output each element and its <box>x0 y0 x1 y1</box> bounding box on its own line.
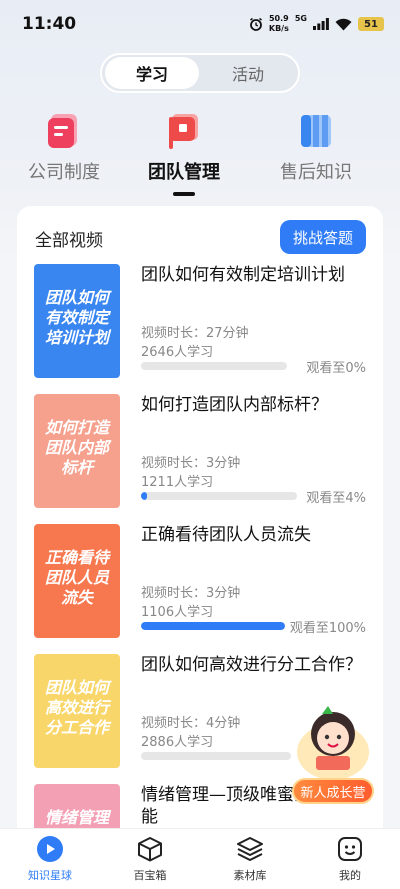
progress-bar <box>141 492 297 500</box>
category-label: 售后知识 <box>280 162 352 183</box>
video-item[interactable]: 如何打造团队内部标杆 如何打造团队内部标杆？ 视频时长：3分钟 1211人学习 … <box>17 394 383 512</box>
layers-icon <box>236 835 264 863</box>
flag-icon <box>166 112 202 150</box>
nav-toolbox[interactable]: 百宝箱 <box>110 835 190 883</box>
thumbnail-text: 团队如何有效制定培训计划 <box>44 288 109 347</box>
progress-label: 观看至4% <box>306 491 366 506</box>
battery-level: 51 <box>364 18 378 30</box>
thumbnail-text: 正确看待团队人员流失 <box>44 548 109 607</box>
signal-icon <box>313 18 329 30</box>
thumbnail-text: 情绪管理 <box>44 808 109 827</box>
progress-bar <box>141 752 291 760</box>
category-team-management[interactable]: 团队管理 <box>124 112 244 196</box>
video-thumbnail: 如何打造团队内部标杆 <box>34 394 120 508</box>
video-thumbnail: 团队如何有效制定培训计划 <box>34 264 120 378</box>
nav-material-library[interactable]: 素材库 <box>210 835 290 883</box>
document-icon <box>46 112 82 150</box>
growth-camp-label: 新人成长营 <box>292 778 374 804</box>
net-speed: 50.9 KB/s <box>269 14 289 34</box>
status-icons: 50.9 KB/s 5G 51 <box>249 14 384 34</box>
video-learners: 2646人学习 <box>141 345 214 360</box>
video-duration: 视频时长：3分钟 <box>141 456 241 471</box>
video-duration: 视频时长：3分钟 <box>141 586 241 601</box>
section-title: 全部视频 <box>35 231 103 251</box>
progress-fill <box>141 492 148 500</box>
progress-label: 观看至0% <box>306 361 366 376</box>
category-label: 团队管理 <box>148 162 220 183</box>
thumbnail-text: 如何打造团队内部标杆 <box>44 418 109 477</box>
nav-label: 知识星球 <box>28 869 72 882</box>
video-duration: 视频时长：27分钟 <box>141 326 249 341</box>
progress-bar <box>141 362 287 370</box>
net-speed-value: 50.9 <box>268 14 289 23</box>
active-underline <box>173 192 195 196</box>
video-thumbnail: 团队如何高效进行分工合作 <box>34 654 120 768</box>
category-label: 公司制度 <box>28 162 100 183</box>
net-speed-unit: KB/s <box>268 24 289 33</box>
bottom-nav: 知识星球 百宝箱 素材库 我的 <box>0 828 400 889</box>
battery-icon: 51 <box>358 17 384 31</box>
play-circle-icon <box>36 835 64 863</box>
tab-activity[interactable]: 活动 <box>201 57 295 89</box>
video-title: 团队如何高效进行分工合作？ <box>141 655 362 675</box>
video-title: 如何打造团队内部标杆？ <box>141 395 328 415</box>
mascot-icon <box>297 706 369 780</box>
challenge-button[interactable]: 挑战答题 <box>280 220 366 254</box>
thumbnail-text: 团队如何高效进行分工合作 <box>44 678 109 737</box>
status-time: 11:40 <box>22 14 77 34</box>
nav-label: 百宝箱 <box>133 869 167 882</box>
video-item[interactable]: 团队如何有效制定培训计划 团队如何有效制定培训计划 视频时长：27分钟 2646… <box>17 264 383 382</box>
smiley-icon <box>336 835 364 863</box>
progress-bar <box>141 622 285 630</box>
nav-label: 素材库 <box>233 869 267 882</box>
wifi-icon <box>335 18 352 30</box>
category-company-policy[interactable]: 公司制度 <box>4 112 124 184</box>
video-learners: 1106人学习 <box>141 605 214 620</box>
video-item[interactable]: 正确看待团队人员流失 正确看待团队人员流失 视频时长：3分钟 1106人学习 观… <box>17 524 383 642</box>
nav-mine[interactable]: 我的 <box>310 835 390 883</box>
progress-fill <box>141 622 285 630</box>
progress-label: 观看至100% <box>289 621 366 636</box>
video-title: 正确看待团队人员流失 <box>141 525 311 545</box>
tab-study[interactable]: 学习 <box>105 57 199 89</box>
segmented-tabs: 学习 活动 <box>100 53 300 93</box>
growth-camp-badge[interactable]: 新人成长营 <box>292 694 374 804</box>
status-bar: 11:40 50.9 KB/s 5G 51 <box>0 0 400 48</box>
alarm-icon <box>249 17 262 31</box>
video-title: 团队如何有效制定培训计划 <box>141 265 345 285</box>
video-learners: 2886人学习 <box>141 735 214 750</box>
video-learners: 1211人学习 <box>141 475 214 490</box>
category-after-sales[interactable]: 售后知识 <box>256 112 376 184</box>
video-thumbnail: 正确看待团队人员流失 <box>34 524 120 638</box>
network-type: 5G <box>294 14 307 23</box>
nav-knowledge-planet[interactable]: 知识星球 <box>10 835 90 883</box>
nav-label: 我的 <box>339 869 361 882</box>
video-duration: 视频时长：4分钟 <box>141 716 241 731</box>
box-icon <box>136 835 164 863</box>
book-icon <box>298 112 334 150</box>
